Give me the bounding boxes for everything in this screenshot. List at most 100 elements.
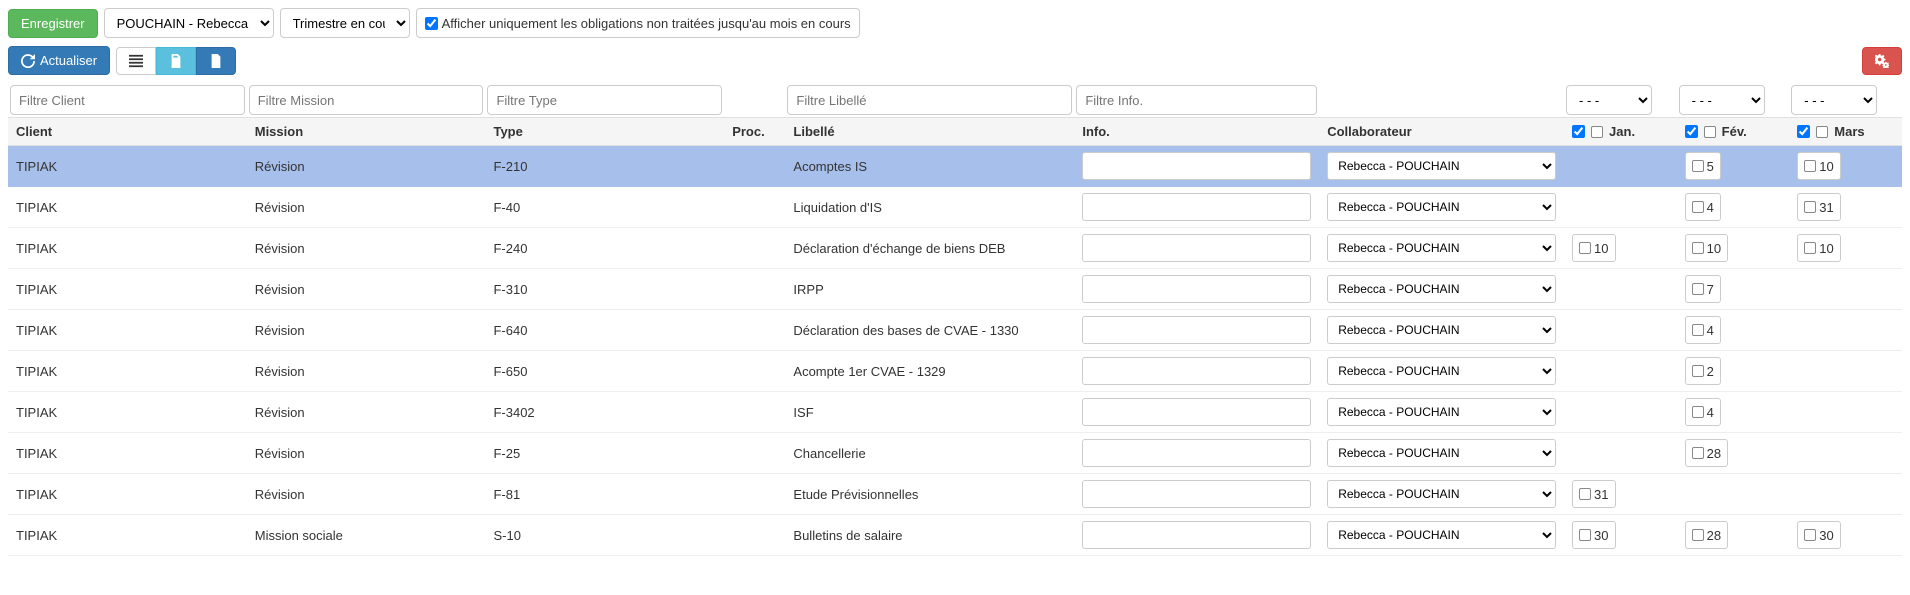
month-checkbox[interactable] <box>1804 201 1816 213</box>
mars-check-all[interactable] <box>1797 125 1810 138</box>
month-checkbox[interactable] <box>1579 242 1591 254</box>
collab-select[interactable]: Rebecca - POUCHAIN <box>1327 316 1556 344</box>
export-1-button[interactable] <box>156 47 196 75</box>
filter-mission-input[interactable] <box>249 85 484 115</box>
info-input[interactable] <box>1082 316 1311 344</box>
settings-button[interactable] <box>1862 47 1902 75</box>
list-view-button[interactable] <box>116 47 156 75</box>
month-cell-fev[interactable]: 5 <box>1685 152 1721 180</box>
cell-mission: Révision <box>255 282 305 297</box>
period-select[interactable]: Trimestre en cours <box>280 8 410 38</box>
month-cell-jan[interactable]: 10 <box>1572 234 1615 262</box>
month-cell-fev[interactable]: 4 <box>1685 193 1721 221</box>
jan-check-all[interactable] <box>1572 125 1585 138</box>
month-checkbox[interactable] <box>1804 529 1816 541</box>
month-cell-mars[interactable]: 10 <box>1797 234 1840 262</box>
collab-select[interactable]: Rebecca - POUCHAIN <box>1327 439 1556 467</box>
info-input[interactable] <box>1082 480 1311 508</box>
month-cell-fev[interactable]: 7 <box>1685 275 1721 303</box>
filter-mars-select[interactable]: - - - <box>1791 85 1877 115</box>
table-row[interactable]: TIPIAKRévisionF-240Déclaration d'échange… <box>8 228 1902 269</box>
month-checkbox[interactable] <box>1692 447 1704 459</box>
table-row[interactable]: TIPIAKRévisionF-3402ISFRebecca - POUCHAI… <box>8 392 1902 433</box>
cell-mission: Révision <box>255 159 305 174</box>
refresh-button[interactable]: Actualiser <box>8 46 110 75</box>
month-checkbox[interactable] <box>1692 242 1704 254</box>
month-cell-jan[interactable]: 30 <box>1572 521 1615 549</box>
collab-select[interactable]: Rebecca - POUCHAIN <box>1327 275 1556 303</box>
filter-jan-select[interactable]: - - - <box>1566 85 1652 115</box>
month-checkbox[interactable] <box>1692 529 1704 541</box>
month-cell-fev[interactable]: 4 <box>1685 398 1721 426</box>
collab-select[interactable]: Rebecca - POUCHAIN <box>1327 357 1556 385</box>
info-input[interactable] <box>1082 357 1311 385</box>
header-mission[interactable]: Mission <box>247 118 486 146</box>
info-input[interactable] <box>1082 521 1311 549</box>
month-checkbox[interactable] <box>1692 201 1704 213</box>
month-checkbox[interactable] <box>1804 242 1816 254</box>
month-cell-mars[interactable]: 30 <box>1797 521 1840 549</box>
collab-select[interactable]: Rebecca - POUCHAIN <box>1327 398 1556 426</box>
month-checkbox[interactable] <box>1692 324 1704 336</box>
table-row[interactable]: TIPIAKRévisionF-310IRPPRebecca - POUCHAI… <box>8 269 1902 310</box>
filter-libelle-input[interactable] <box>787 85 1072 115</box>
cell-libelle: ISF <box>793 405 813 420</box>
filter-info-input[interactable] <box>1076 85 1317 115</box>
header-info[interactable]: Info. <box>1074 118 1319 146</box>
only-pending-checkbox[interactable] <box>425 17 438 30</box>
header-collab[interactable]: Collaborateur <box>1319 118 1564 146</box>
export-2-button[interactable] <box>196 47 236 75</box>
table-row[interactable]: TIPIAKRévisionF-210Acomptes ISRebecca - … <box>8 146 1902 187</box>
cell-mission: Révision <box>255 364 305 379</box>
info-input[interactable] <box>1082 193 1311 221</box>
save-button[interactable]: Enregistrer <box>8 9 98 38</box>
only-pending-toggle[interactable]: Afficher uniquement les obligations non … <box>416 8 860 38</box>
month-cell-fev[interactable]: 4 <box>1685 316 1721 344</box>
collab-select[interactable]: Rebecca - POUCHAIN <box>1327 193 1556 221</box>
filter-fev-select[interactable]: - - - <box>1679 85 1765 115</box>
header-client[interactable]: Client <box>8 118 247 146</box>
month-checkbox[interactable] <box>1804 160 1816 172</box>
month-checkbox[interactable] <box>1692 406 1704 418</box>
month-checkbox[interactable] <box>1579 488 1591 500</box>
info-input[interactable] <box>1082 234 1311 262</box>
collab-select[interactable]: Rebecca - POUCHAIN <box>1327 521 1556 549</box>
month-cell-fev[interactable]: 28 <box>1685 521 1728 549</box>
table-row[interactable]: TIPIAKRévisionF-25ChancellerieRebecca - … <box>8 433 1902 474</box>
month-cell-jan[interactable]: 31 <box>1572 480 1615 508</box>
table-row[interactable]: TIPIAKRévisionF-640Déclaration des bases… <box>8 310 1902 351</box>
header-type[interactable]: Type <box>485 118 724 146</box>
month-cell-fev[interactable]: 10 <box>1685 234 1728 262</box>
table-row[interactable]: TIPIAKRévisionF-81Etude PrévisionnellesR… <box>8 474 1902 515</box>
month-cell-fev[interactable]: 2 <box>1685 357 1721 385</box>
header-fev[interactable]: Fév. <box>1677 118 1790 146</box>
table-row[interactable]: TIPIAKMission socialeS-10Bulletins de sa… <box>8 515 1902 556</box>
person-select[interactable]: POUCHAIN - Rebecca - RP <box>104 8 274 38</box>
month-checkbox[interactable] <box>1579 529 1591 541</box>
month-checkbox[interactable] <box>1692 283 1704 295</box>
jan-check-2[interactable] <box>1591 126 1603 138</box>
filter-client-input[interactable] <box>10 85 245 115</box>
fev-check-all[interactable] <box>1685 125 1698 138</box>
month-cell-mars[interactable]: 31 <box>1797 193 1840 221</box>
fev-check-2[interactable] <box>1704 126 1716 138</box>
header-mars[interactable]: Mars <box>1789 118 1902 146</box>
month-cell-fev[interactable]: 28 <box>1685 439 1728 467</box>
table-row[interactable]: TIPIAKRévisionF-40Liquidation d'ISRebecc… <box>8 187 1902 228</box>
collab-select[interactable]: Rebecca - POUCHAIN <box>1327 480 1556 508</box>
header-proc[interactable]: Proc. <box>724 118 785 146</box>
collab-select[interactable]: Rebecca - POUCHAIN <box>1327 234 1556 262</box>
info-input[interactable] <box>1082 152 1311 180</box>
header-libelle[interactable]: Libellé <box>785 118 1074 146</box>
month-cell-mars[interactable]: 10 <box>1797 152 1840 180</box>
month-checkbox[interactable] <box>1692 365 1704 377</box>
mars-check-2[interactable] <box>1816 126 1828 138</box>
collab-select[interactable]: Rebecca - POUCHAIN <box>1327 152 1556 180</box>
header-jan[interactable]: Jan. <box>1564 118 1677 146</box>
info-input[interactable] <box>1082 439 1311 467</box>
month-checkbox[interactable] <box>1692 160 1704 172</box>
info-input[interactable] <box>1082 398 1311 426</box>
info-input[interactable] <box>1082 275 1311 303</box>
filter-type-input[interactable] <box>487 85 722 115</box>
table-row[interactable]: TIPIAKRévisionF-650Acompte 1er CVAE - 13… <box>8 351 1902 392</box>
